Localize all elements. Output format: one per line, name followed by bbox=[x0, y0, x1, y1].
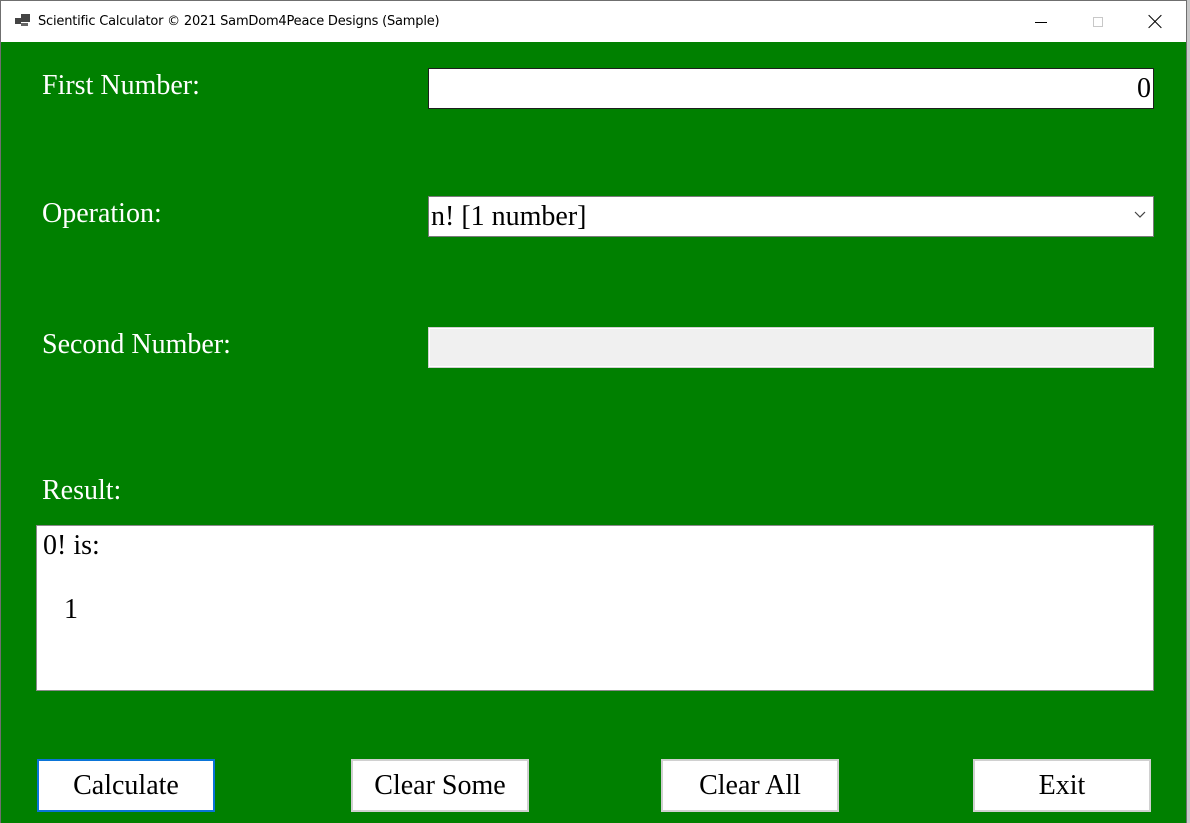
operation-selected-value: n! [1 number] bbox=[431, 201, 587, 232]
calculate-button[interactable]: Calculate bbox=[37, 759, 215, 812]
close-button[interactable] bbox=[1126, 1, 1184, 43]
app-window-icon bbox=[15, 14, 31, 28]
second-number-input[interactable] bbox=[428, 327, 1154, 368]
operation-select[interactable]: n! [1 number] bbox=[428, 196, 1154, 237]
maximize-button[interactable] bbox=[1069, 1, 1127, 43]
chevron-down-icon bbox=[1134, 211, 1146, 218]
window-title: Scientific Calculator © 2021 SamDom4Peac… bbox=[38, 14, 440, 29]
minimize-icon bbox=[1035, 21, 1047, 23]
first-number-label: First Number: bbox=[42, 70, 200, 101]
first-number-input[interactable]: 0 bbox=[428, 68, 1154, 109]
result-output[interactable]: 0! is: 1 bbox=[36, 525, 1154, 691]
title-bar[interactable]: Scientific Calculator © 2021 SamDom4Peac… bbox=[1, 0, 1186, 42]
minimize-button[interactable] bbox=[1012, 1, 1070, 43]
exit-button[interactable]: Exit bbox=[973, 759, 1151, 812]
result-label: Result: bbox=[42, 475, 122, 506]
second-number-label: Second Number: bbox=[42, 329, 231, 360]
clear-some-button[interactable]: Clear Some bbox=[351, 759, 529, 812]
clear-all-button[interactable]: Clear All bbox=[661, 759, 839, 812]
operation-label: Operation: bbox=[42, 198, 162, 229]
calculator-window: Scientific Calculator © 2021 SamDom4Peac… bbox=[0, 0, 1187, 823]
maximize-icon bbox=[1093, 17, 1103, 27]
close-icon bbox=[1148, 15, 1162, 29]
